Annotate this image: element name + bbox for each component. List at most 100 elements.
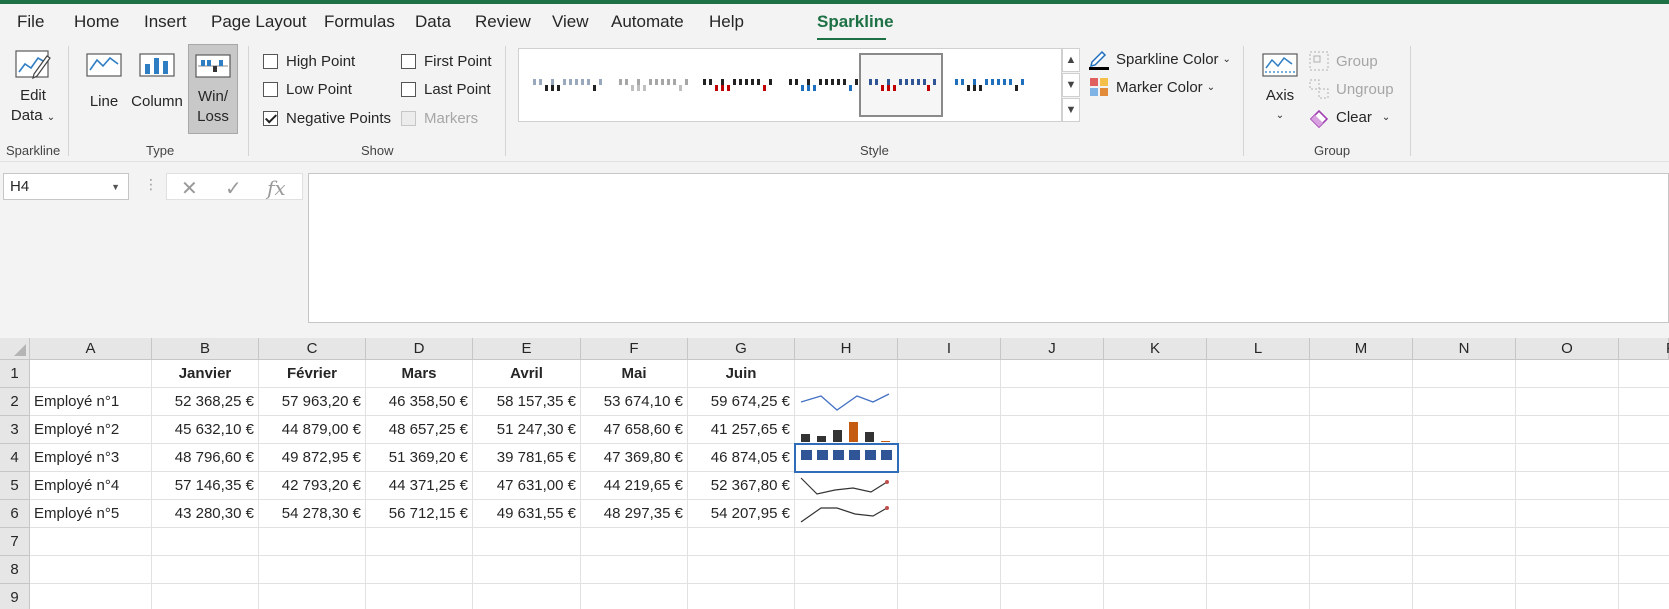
formula-bar-area: H4 ▼ ⋮ ✕ ✓ fx (0, 162, 1669, 338)
sparkline-h2[interactable] (795, 388, 898, 416)
column-header-c[interactable]: C (259, 338, 366, 360)
group-button: Group (1308, 48, 1378, 74)
tab-data[interactable]: Data (415, 12, 451, 32)
selected-cell-h4[interactable] (794, 443, 899, 473)
low-point-label: Low Point (286, 80, 352, 98)
high-point-label: High Point (286, 52, 356, 70)
column-header-o[interactable]: O (1516, 338, 1619, 360)
column-header-e[interactable]: E (473, 338, 581, 360)
column-header-i[interactable]: I (898, 338, 1001, 360)
line-sparkline-icon (86, 53, 122, 77)
column-header-l[interactable]: L (1207, 338, 1310, 360)
style-option-6[interactable] (947, 53, 1031, 117)
first-point-checkbox[interactable]: First Point (401, 50, 492, 72)
axis-icon (1262, 53, 1298, 77)
negative-points-checkbox[interactable]: Negative Points (263, 107, 391, 129)
row-header-7[interactable]: 7 (0, 528, 30, 556)
name-box-value: H4 (10, 178, 30, 195)
edit-data-label-1: Edit (20, 87, 46, 104)
sparkline-h3[interactable] (795, 416, 898, 444)
column-header-k[interactable]: K (1104, 338, 1207, 360)
winloss-label-2: Loss (197, 108, 229, 125)
style-option-1[interactable] (523, 53, 607, 117)
line-type-button[interactable]: Line (82, 48, 126, 124)
tab-view[interactable]: View (552, 12, 589, 32)
style-preview-icon (789, 79, 858, 91)
column-header-j[interactable]: J (1001, 338, 1104, 360)
row-header-5[interactable]: 5 (0, 472, 30, 500)
formula-buttons: ✕ ✓ fx (166, 173, 303, 200)
gallery-down-button[interactable]: ▼ (1062, 73, 1080, 97)
gallery-more-button[interactable]: ▼ (1062, 98, 1080, 122)
axis-button[interactable]: Axis ⌄ (1258, 48, 1302, 124)
row-header-1[interactable]: 1 (0, 360, 30, 388)
group-label-sparkline: Sparkline (6, 143, 61, 158)
sparkline-h5[interactable] (795, 472, 898, 500)
column-header-m[interactable]: M (1310, 338, 1413, 360)
enter-check-icon[interactable]: ✓ (225, 176, 242, 201)
style-option-2[interactable] (611, 53, 695, 117)
divider (505, 46, 506, 156)
chevron-down-icon: ⌄ (1381, 111, 1391, 123)
ungroup-button: Ungroup (1308, 76, 1394, 102)
row-header-8[interactable]: 8 (0, 556, 30, 584)
row-header-4[interactable]: 4 (0, 444, 30, 472)
more-options-icon[interactable]: ⋮ (144, 176, 158, 193)
column-header-g[interactable]: G (688, 338, 795, 360)
formula-input[interactable] (308, 173, 1669, 323)
pen-color-icon (1088, 48, 1110, 70)
name-box[interactable]: H4 ▼ (3, 173, 129, 200)
row-header-2[interactable]: 2 (0, 388, 30, 416)
tab-file[interactable]: File (17, 12, 44, 32)
low-point-checkbox[interactable]: Low Point (263, 78, 352, 100)
first-point-label: First Point (424, 52, 492, 70)
tab-page-layout[interactable]: Page Layout (211, 12, 306, 32)
gallery-up-button[interactable]: ▲ (1062, 48, 1080, 72)
high-point-checkbox[interactable]: High Point (263, 50, 355, 72)
last-point-checkbox[interactable]: Last Point (401, 78, 491, 100)
checkbox-box (263, 53, 278, 69)
winloss-type-button[interactable]: Win/ Loss (188, 44, 238, 134)
sparkline-color-button[interactable]: Sparkline Color ⌄ (1088, 46, 1231, 72)
tab-formulas[interactable]: Formulas (324, 12, 395, 32)
style-option-5[interactable] (859, 53, 943, 117)
menu-bar: File Home Insert Page Layout Formulas Da… (0, 4, 1669, 41)
column-header-a[interactable]: A (30, 338, 152, 360)
column-header-f[interactable]: F (581, 338, 688, 360)
tab-help[interactable]: Help (709, 12, 744, 32)
tab-review[interactable]: Review (475, 12, 531, 32)
column-type-button[interactable]: Column (130, 48, 184, 124)
axis-label: Axis (1265, 87, 1295, 104)
column-header-p[interactable]: P (1619, 338, 1669, 360)
row-header-3[interactable]: 3 (0, 416, 30, 444)
tab-insert[interactable]: Insert (144, 12, 187, 32)
tab-sparkline[interactable]: Sparkline (817, 12, 894, 32)
column-header-d[interactable]: D (366, 338, 473, 360)
style-preview-icon (955, 79, 1024, 91)
marker-color-button[interactable]: Marker Color ⌄ (1088, 74, 1215, 100)
sparkline-h6[interactable] (795, 500, 898, 528)
style-option-4[interactable] (781, 53, 865, 117)
clear-button[interactable]: Clear ⌄ (1308, 104, 1390, 130)
tab-home[interactable]: Home (74, 12, 119, 32)
group-icon (1308, 50, 1330, 72)
markers-checkbox: Markers (401, 107, 478, 129)
style-option-3[interactable] (695, 53, 779, 117)
divider (1243, 46, 1244, 156)
clear-label: Clear (1336, 108, 1372, 126)
cancel-icon[interactable]: ✕ (181, 176, 198, 201)
edit-data-button[interactable]: Edit Data ⌄ (6, 48, 60, 124)
tab-automate[interactable]: Automate (611, 12, 684, 32)
row-header-9[interactable]: 9 (0, 584, 30, 609)
chevron-down-icon[interactable]: ▼ (111, 182, 120, 192)
column-sparkline-icon (139, 53, 175, 77)
markers-label: Markers (424, 109, 479, 127)
row-header-6[interactable]: 6 (0, 500, 30, 528)
column-header-h[interactable]: H (795, 338, 898, 360)
style-preview-icon (869, 79, 936, 91)
line-type-label: Line (89, 93, 119, 110)
select-all-button[interactable] (0, 338, 30, 360)
column-header-n[interactable]: N (1413, 338, 1516, 360)
insert-function-icon[interactable]: fx (267, 176, 286, 200)
column-header-b[interactable]: B (152, 338, 259, 360)
